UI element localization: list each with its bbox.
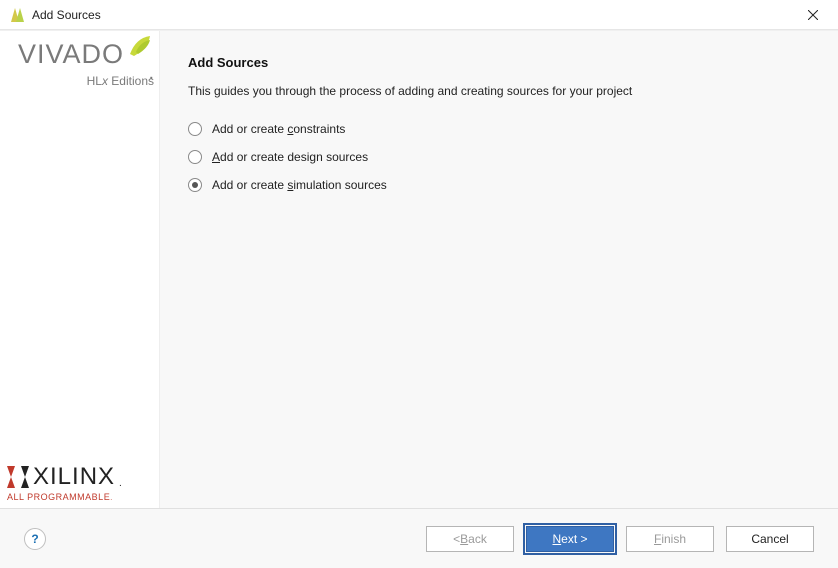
next-button[interactable]: Next > <box>526 526 614 552</box>
source-type-options: Add or create constraints Add or create … <box>188 122 814 192</box>
xilinx-mark-icon <box>7 466 29 488</box>
content-panel: Add Sources This guides you through the … <box>160 31 838 508</box>
titlebar: Add Sources <box>0 0 838 30</box>
vivado-logo-row: VIVADO <box>5 39 154 70</box>
help-button[interactable]: ? <box>24 528 46 550</box>
option-design-sources[interactable]: Add or create design sources <box>188 150 814 164</box>
xilinx-wordmark: XILINX <box>33 463 115 491</box>
radio-icon <box>188 178 202 192</box>
option-constraints[interactable]: Add or create constraints <box>188 122 814 136</box>
xilinx-dot: . <box>119 478 122 489</box>
option-label: Add or create simulation sources <box>212 178 387 192</box>
finish-button[interactable]: Finish <box>626 526 714 552</box>
option-label: Add or create constraints <box>212 122 345 136</box>
close-icon <box>808 10 818 20</box>
vivado-wordmark: VIVADO <box>18 39 124 70</box>
radio-icon <box>188 150 202 164</box>
app-icon <box>10 7 26 23</box>
xilinx-logo: XILINX . ALL PROGRAMMABLE. <box>5 463 154 502</box>
help-icon: ? <box>31 532 38 546</box>
xilinx-logo-row: XILINX . <box>7 463 154 491</box>
page-heading: Add Sources <box>188 55 814 70</box>
vivado-logo: VIVADO . HLx Editions <box>5 39 154 88</box>
xilinx-tagline: ALL PROGRAMMABLE. <box>7 492 154 502</box>
vivado-leaf-icon <box>126 32 154 60</box>
window-title: Add Sources <box>32 8 101 22</box>
dialog-body: VIVADO . HLx Editions <box>0 30 838 508</box>
option-label: Add or create design sources <box>212 150 368 164</box>
radio-icon <box>188 122 202 136</box>
close-button[interactable] <box>798 0 828 30</box>
back-button[interactable]: < Back <box>426 526 514 552</box>
page-description: This guides you through the process of a… <box>188 84 814 98</box>
cancel-button[interactable]: Cancel <box>726 526 814 552</box>
footer: ? < Back Next > Finish Cancel <box>0 508 838 568</box>
option-simulation-sources[interactable]: Add or create simulation sources <box>188 178 814 192</box>
branding-panel: VIVADO . HLx Editions <box>0 31 160 508</box>
vivado-edition: HLx Editions <box>5 74 154 88</box>
